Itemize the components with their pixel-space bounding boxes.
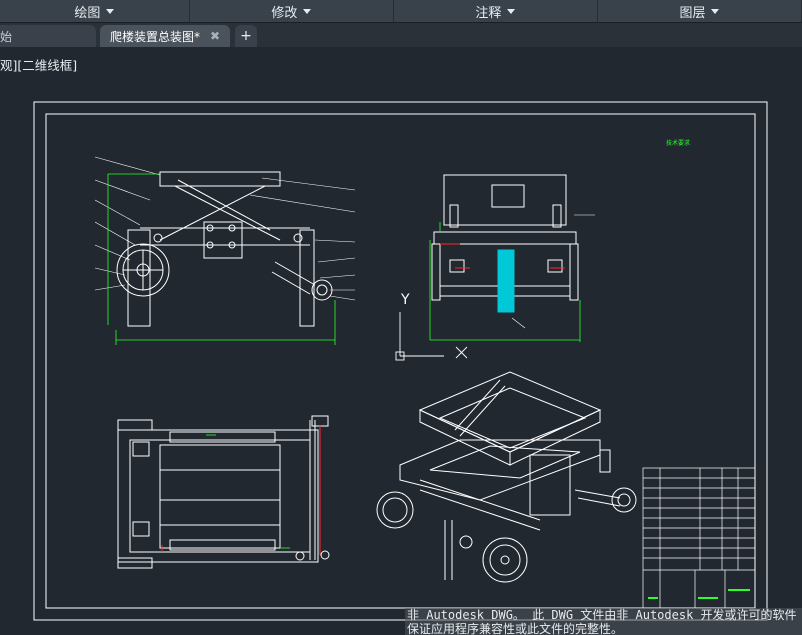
ribbon-panel-bar: 绘图 修改 注释 图层 bbox=[0, 0, 802, 23]
chevron-down-icon bbox=[106, 8, 115, 14]
title-block-green-text bbox=[648, 589, 750, 599]
title-block bbox=[642, 467, 756, 609]
menu-draw[interactable]: 绘图 bbox=[0, 0, 190, 22]
tab-start[interactable]: 始 bbox=[0, 25, 96, 47]
ucs-y-label: Y bbox=[400, 292, 410, 308]
plus-icon: + bbox=[240, 28, 252, 44]
new-tab-button[interactable]: + bbox=[235, 25, 257, 47]
drawing-canvas[interactable]: Y bbox=[0, 48, 802, 635]
chevron-down-icon bbox=[507, 8, 516, 14]
tab-drawing-label: 爬楼装置总装图* bbox=[110, 29, 201, 44]
close-icon[interactable]: ✖ bbox=[210, 29, 220, 43]
technical-requirements: 技术要求 bbox=[608, 140, 748, 150]
menu-draw-label: 绘图 bbox=[74, 5, 101, 21]
ucs-icon bbox=[395, 312, 468, 361]
file-tab-bar: 始 爬楼装置总装图* ✖ + bbox=[0, 23, 802, 47]
menu-modify-label: 修改 bbox=[271, 5, 298, 21]
menu-annotate[interactable]: 注释 bbox=[394, 0, 598, 22]
tab-drawing[interactable]: 爬楼装置总装图* ✖ bbox=[100, 25, 230, 47]
menu-modify[interactable]: 修改 bbox=[190, 0, 394, 22]
top-view bbox=[117, 415, 330, 569]
front-view bbox=[94, 156, 356, 327]
top-view-dimensions bbox=[206, 434, 290, 549]
menu-layers[interactable]: 图层 bbox=[598, 0, 802, 22]
outer-frame bbox=[33, 101, 768, 621]
menu-layers-label: 图层 bbox=[679, 5, 706, 21]
chevron-down-icon bbox=[711, 8, 720, 14]
tab-start-label: 始 bbox=[0, 29, 13, 44]
chevron-down-icon bbox=[303, 8, 312, 14]
lift-cylinder bbox=[497, 249, 515, 313]
front-view-dimensions bbox=[107, 173, 336, 345]
technical-requirements-title: 技术要求 bbox=[665, 140, 690, 147]
warning-line-2: 保证应用程序兼容性或此文件的完整性。 bbox=[407, 622, 624, 635]
menu-annotate-label: 注释 bbox=[475, 5, 502, 21]
non-autodesk-dwg-warning: 非 Autodesk DWG。 此 DWG 文件由非 Autodesk 开发或许… bbox=[405, 608, 802, 635]
inner-frame bbox=[45, 113, 756, 609]
warning-line-1: 非 Autodesk DWG。 此 DWG 文件由非 Autodesk 开发或许… bbox=[407, 608, 797, 622]
isometric-view bbox=[376, 371, 637, 583]
